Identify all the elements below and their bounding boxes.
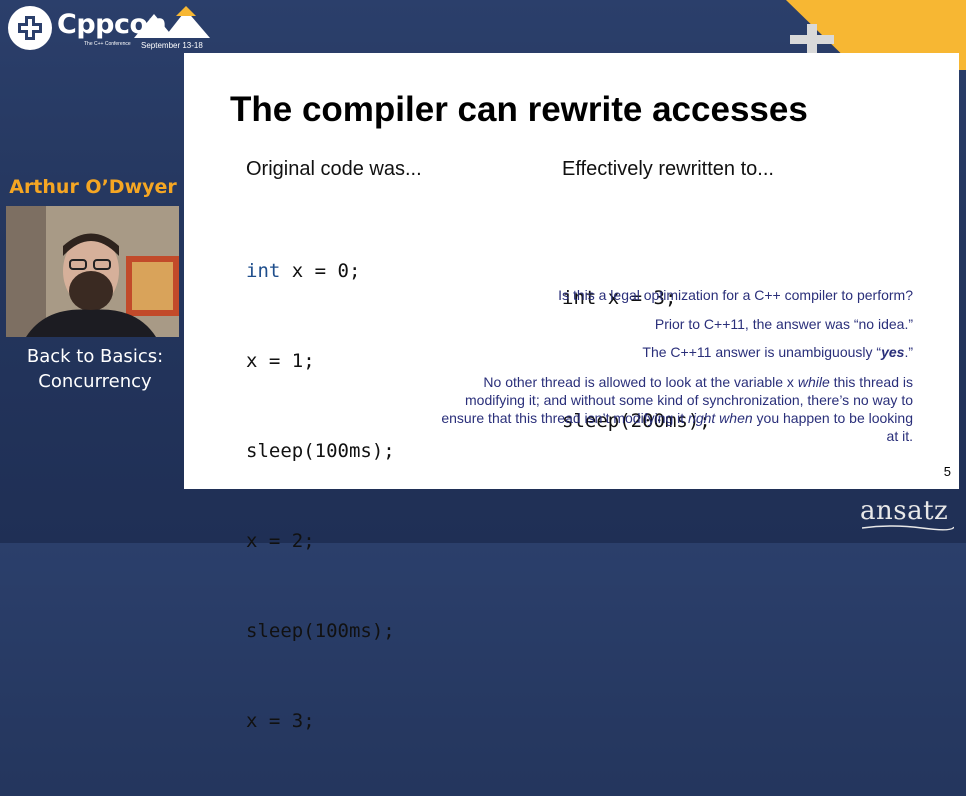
conference-dates: September 13-18	[141, 41, 203, 50]
ansatz-watermark: ansatz	[860, 496, 949, 526]
logo-subtitle: The C++ Conference	[84, 41, 131, 47]
code-line: x = 3;	[246, 710, 315, 732]
slide-page-number: 5	[943, 464, 951, 479]
code-line: int x = 0;	[246, 256, 395, 286]
explanation-emphasis: right when	[688, 410, 753, 426]
plus-icon	[790, 24, 834, 54]
answer-prior-text: Prior to C++11, the answer was “no idea.…	[654, 316, 913, 332]
explanation-text: No other thread is allowed to look at th…	[433, 373, 913, 445]
talk-title-line2: Concurrency	[38, 371, 152, 392]
cppcon-logo-icon	[8, 6, 52, 50]
answer-cpp11-text: The C++11 answer is unambiguously “yes.”	[642, 343, 913, 361]
answer-cpp11-suffix: .”	[904, 344, 913, 360]
speaker-webcam	[6, 206, 179, 337]
right-heading: Effectively rewritten to...	[562, 158, 774, 180]
speaker-name: Arthur O’Dwyer	[9, 176, 177, 198]
code-line: sleep(100ms);	[246, 440, 395, 462]
slide-title: The compiler can rewrite accesses	[230, 90, 808, 129]
mountains-icon	[134, 6, 210, 38]
explanation-part: No other thread is allowed to look at th…	[483, 374, 798, 390]
left-heading: Original code was...	[246, 158, 422, 180]
code-line: x = 1;	[246, 350, 315, 372]
code-line: sleep(100ms);	[246, 620, 395, 642]
answer-cpp11-prefix: The C++11 answer is unambiguously “	[642, 344, 882, 360]
code-keyword: int	[246, 260, 281, 282]
explanation-emphasis: while	[797, 374, 830, 390]
answer-yes: yes	[881, 344, 905, 360]
slide: The compiler can rewrite accesses Origin…	[184, 53, 959, 732]
explanation-part: you happen to be looking at it.	[752, 410, 913, 444]
question-text: Is this a legal optimization for a C++ c…	[558, 287, 913, 303]
original-code-block: int x = 0; x = 1; sleep(100ms); x = 2; s…	[246, 196, 395, 796]
talk-title-line1: Back to Basics:	[26, 346, 164, 367]
code-text: x = 0;	[280, 260, 361, 282]
code-line: x = 2;	[246, 530, 315, 552]
talk-title: Back to Basics: Concurrency	[0, 344, 190, 394]
ansatz-swoosh-icon	[862, 525, 954, 531]
